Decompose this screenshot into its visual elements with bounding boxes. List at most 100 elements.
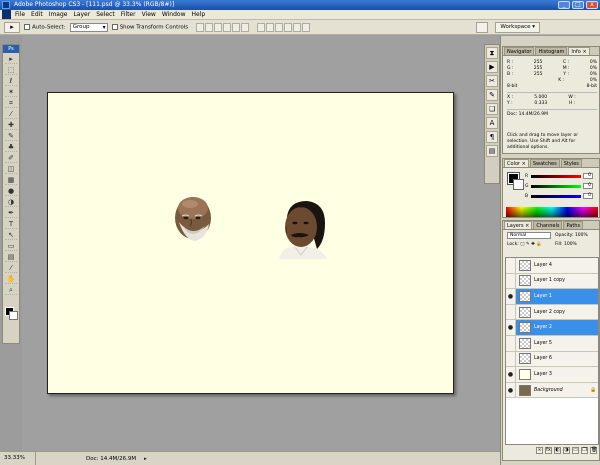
align-hcenter-button[interactable]: [232, 22, 241, 32]
color-panel-background-swatch[interactable]: [513, 179, 524, 190]
layer-comps-panel-icon[interactable]: ▤: [486, 145, 498, 157]
adjustment-icon[interactable]: ◑: [563, 447, 570, 454]
blue-slider[interactable]: [531, 194, 581, 198]
show-transform-option[interactable]: Show Transform Controls: [111, 23, 188, 30]
gradient-icon[interactable]: ▦: [5, 175, 17, 185]
layer-row[interactable]: ● Background 🔒: [506, 382, 598, 399]
menu-select[interactable]: Select: [96, 11, 115, 18]
bald-man-face-image[interactable]: [171, 194, 215, 246]
marquee-icon[interactable]: ⬚: [5, 65, 17, 75]
tab-info[interactable]: Info ×: [568, 47, 590, 55]
tab-color[interactable]: Color ×: [504, 159, 529, 167]
layer-row[interactable]: ● Layer 3: [506, 367, 598, 383]
distribute-bottom-button[interactable]: [275, 22, 284, 32]
paragraph-panel-icon[interactable]: ¶: [486, 131, 498, 143]
menu-window[interactable]: Window: [162, 11, 186, 18]
dodge-icon[interactable]: ◑: [5, 197, 17, 207]
lasso-icon[interactable]: ℓ: [5, 76, 17, 86]
background-color-swatch[interactable]: [9, 311, 18, 320]
visibility-eye-icon[interactable]: ●: [506, 289, 516, 304]
zoom-level-field[interactable]: 33.33%: [0, 452, 36, 465]
history-brush-icon[interactable]: ✐: [5, 153, 17, 163]
color-spectrum-ramp[interactable]: [506, 207, 598, 217]
maximize-button[interactable]: □: [572, 1, 584, 9]
red-slider[interactable]: [531, 174, 581, 178]
docking-well-button[interactable]: [476, 22, 488, 33]
layer-row[interactable]: Layer 1 copy: [506, 273, 598, 290]
menu-edit[interactable]: Edit: [31, 11, 43, 18]
green-slider[interactable]: [531, 184, 581, 188]
trash-icon[interactable]: 🗑: [590, 447, 597, 454]
auto-select-dropdown[interactable]: Group: [69, 22, 108, 32]
align-top-button[interactable]: [196, 22, 205, 32]
clone-source-panel-icon[interactable]: ❏: [486, 103, 498, 115]
auto-select-checkbox[interactable]: [24, 23, 30, 30]
layer-row[interactable]: ● Layer 2: [506, 320, 598, 336]
fill-control[interactable]: Fill: 100%: [555, 242, 577, 247]
eraser-icon[interactable]: ◫: [5, 164, 17, 174]
tab-paths[interactable]: Paths: [563, 221, 584, 229]
menu-filter[interactable]: Filter: [121, 11, 136, 18]
menu-image[interactable]: Image: [49, 11, 68, 18]
auto-select-option[interactable]: Auto-Select:: [24, 23, 66, 30]
magic-wand-icon[interactable]: ✶: [5, 87, 17, 97]
shape-icon[interactable]: ▭: [5, 241, 17, 251]
distribute-left-button[interactable]: [284, 22, 293, 32]
document-work-area[interactable]: [22, 36, 500, 451]
visibility-eye-icon[interactable]: ●: [506, 320, 516, 335]
show-transform-checkbox[interactable]: [111, 23, 118, 30]
visibility-eye-icon[interactable]: [506, 351, 516, 367]
distribute-hcenter-button[interactable]: [293, 22, 302, 32]
menu-layer[interactable]: Layer: [73, 11, 90, 18]
move-icon[interactable]: ▸: [5, 54, 17, 64]
menu-help[interactable]: Help: [192, 11, 206, 18]
distribute-right-button[interactable]: [302, 22, 311, 32]
tab-navigator[interactable]: Navigator: [504, 47, 535, 55]
status-menu-arrow-icon[interactable]: ▸: [144, 456, 147, 462]
visibility-eye-icon[interactable]: [506, 304, 516, 320]
minimize-button[interactable]: _: [558, 1, 570, 9]
group-icon[interactable]: ▭: [572, 447, 579, 454]
hand-icon[interactable]: ✋: [5, 274, 17, 284]
stamp-icon[interactable]: ♣: [5, 142, 17, 152]
tools-header[interactable]: Ps: [3, 45, 19, 53]
character-panel-icon[interactable]: A: [486, 117, 498, 129]
tab-layers[interactable]: Layers ×: [504, 221, 533, 229]
history-panel-icon[interactable]: ⧗: [486, 47, 498, 59]
distribute-vcenter-button[interactable]: [266, 22, 275, 32]
tool-presets-panel-icon[interactable]: ✂: [486, 75, 498, 87]
mustached-man-face-image[interactable]: [273, 197, 328, 259]
mask-icon[interactable]: ◐: [554, 447, 561, 454]
layer-row[interactable]: Layer 6: [506, 351, 598, 368]
document-canvas[interactable]: [47, 92, 454, 394]
close-button[interactable]: x: [586, 1, 598, 9]
fx-icon[interactable]: fx: [545, 447, 552, 454]
align-left-button[interactable]: [223, 22, 232, 32]
layer-row[interactable]: ● Layer 1: [506, 289, 598, 305]
tab-swatches[interactable]: Swatches: [529, 159, 560, 167]
align-vcenter-button[interactable]: [205, 22, 214, 32]
brushes-panel-icon[interactable]: ✎: [486, 89, 498, 101]
blend-mode-dropdown[interactable]: Normal: [507, 232, 551, 239]
link-icon[interactable]: ∞: [536, 447, 543, 454]
opacity-control[interactable]: Opacity: 100%: [555, 233, 588, 238]
align-bottom-button[interactable]: [214, 22, 223, 32]
eyedropper2-icon[interactable]: ⁄: [5, 263, 17, 273]
align-right-button[interactable]: [241, 22, 250, 32]
layer-row[interactable]: Layer 2 copy: [506, 304, 598, 321]
green-value-field[interactable]: 0: [583, 183, 593, 189]
tab-channels[interactable]: Channels: [533, 221, 563, 229]
visibility-eye-icon[interactable]: ●: [506, 382, 516, 398]
visibility-eye-icon[interactable]: ●: [506, 367, 516, 382]
tab-styles[interactable]: Styles: [560, 159, 582, 167]
layer-row[interactable]: Layer 5: [506, 335, 598, 352]
notes-icon[interactable]: ▤: [5, 252, 17, 262]
layer-row[interactable]: Layer 4: [506, 258, 598, 274]
distribute-top-button[interactable]: [257, 22, 266, 32]
tab-histogram[interactable]: Histogram: [535, 47, 568, 55]
visibility-eye-icon[interactable]: [506, 335, 516, 351]
visibility-eye-icon[interactable]: [506, 258, 516, 273]
healing-icon[interactable]: ✚: [5, 120, 17, 130]
visibility-eye-icon[interactable]: [506, 273, 516, 289]
path-select-icon[interactable]: ↖: [5, 230, 17, 240]
